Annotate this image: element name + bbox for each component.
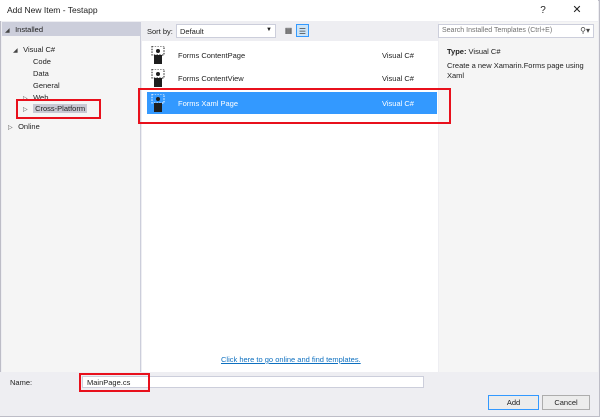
tree-item-data[interactable]: Data	[33, 69, 49, 78]
template-row-selected[interactable]: Forms Xaml Page Visual C#	[147, 92, 437, 114]
name-field[interactable]: MainPage.cs	[82, 376, 424, 388]
help-button[interactable]: ?	[532, 2, 554, 19]
tree-item-label: Cross-Platform	[33, 104, 88, 113]
category-tree	[2, 22, 141, 372]
type-value: Visual C#	[468, 47, 501, 56]
close-button[interactable]: ✕	[566, 2, 588, 19]
list-view-icon[interactable]: ☰	[296, 24, 309, 37]
template-name: Forms ContentView	[178, 74, 244, 83]
chevron-down-icon: ▼	[266, 27, 272, 33]
sort-by-label: Sort by:	[147, 27, 173, 36]
tree-item-label: Online	[18, 122, 40, 131]
tree-item-label: Code	[33, 57, 51, 66]
tree-item-web[interactable]: ▷ Cross-Platform Web	[23, 93, 48, 102]
sort-by-value: Default	[180, 27, 204, 36]
search-placeholder: Search Installed Templates (Ctrl+E)	[442, 27, 553, 34]
template-language: Visual C#	[382, 51, 414, 60]
template-language: Visual C#	[382, 74, 414, 83]
template-language: Visual C#	[382, 99, 414, 108]
search-icon[interactable]: ⚲▾	[580, 26, 590, 35]
template-type: Type: Visual C#	[447, 47, 501, 56]
tree-item-cross-platform[interactable]: ▷ Cross-Platform	[23, 104, 88, 113]
tree-item-general[interactable]: General	[33, 81, 60, 90]
template-row[interactable]: Forms ContentView Visual C#	[147, 67, 437, 89]
window-title: Add New Item - Testapp	[7, 5, 98, 15]
template-name: Forms ContentPage	[178, 51, 246, 60]
collapsed-arrow-icon[interactable]: ▷	[8, 124, 16, 131]
cancel-button[interactable]: Cancel	[542, 395, 590, 410]
tree-item-label: General	[33, 81, 60, 90]
tree-item-code[interactable]: Code	[33, 57, 51, 66]
collapsed-arrow-icon[interactable]: ▷	[23, 106, 31, 113]
template-row[interactable]: Forms ContentPage Visual C#	[147, 44, 437, 66]
expanded-arrow-icon[interactable]: ◢	[5, 27, 13, 34]
page-icon	[151, 69, 165, 87]
tree-item-label: Data	[33, 69, 49, 78]
search-input[interactable]: Search Installed Templates (Ctrl+E) ⚲▾	[438, 24, 594, 38]
tree-item-online[interactable]: ▷ Online	[8, 122, 40, 131]
tree-item-label: Web	[33, 93, 49, 102]
name-value: MainPage.cs	[87, 378, 131, 387]
template-name: Forms Xaml Page	[178, 99, 239, 108]
tree-item-visual-csharp[interactable]: ◢ Visual C#	[13, 45, 55, 54]
collapsed-arrow-icon[interactable]: ▷	[23, 95, 31, 102]
page-icon	[151, 46, 165, 64]
installed-header[interactable]: ◢ Installed	[2, 22, 141, 36]
online-templates-link[interactable]: Click here to go online and find templat…	[221, 355, 361, 364]
add-button[interactable]: Add	[488, 395, 539, 410]
installed-label: Installed	[15, 25, 44, 34]
name-label: Name:	[10, 378, 33, 387]
type-label: Type:	[447, 47, 467, 56]
template-description: Create a new Xamarin.Forms page using Xa…	[447, 61, 584, 80]
grid-view-icon[interactable]: ▦	[282, 24, 295, 37]
expanded-arrow-icon[interactable]: ◢	[13, 47, 21, 54]
tree-item-label: Visual C#	[23, 45, 56, 54]
title-bar: Add New Item - Testapp	[0, 0, 598, 21]
sort-by-select[interactable]: Default ▼	[176, 24, 276, 38]
page-icon	[151, 94, 165, 112]
